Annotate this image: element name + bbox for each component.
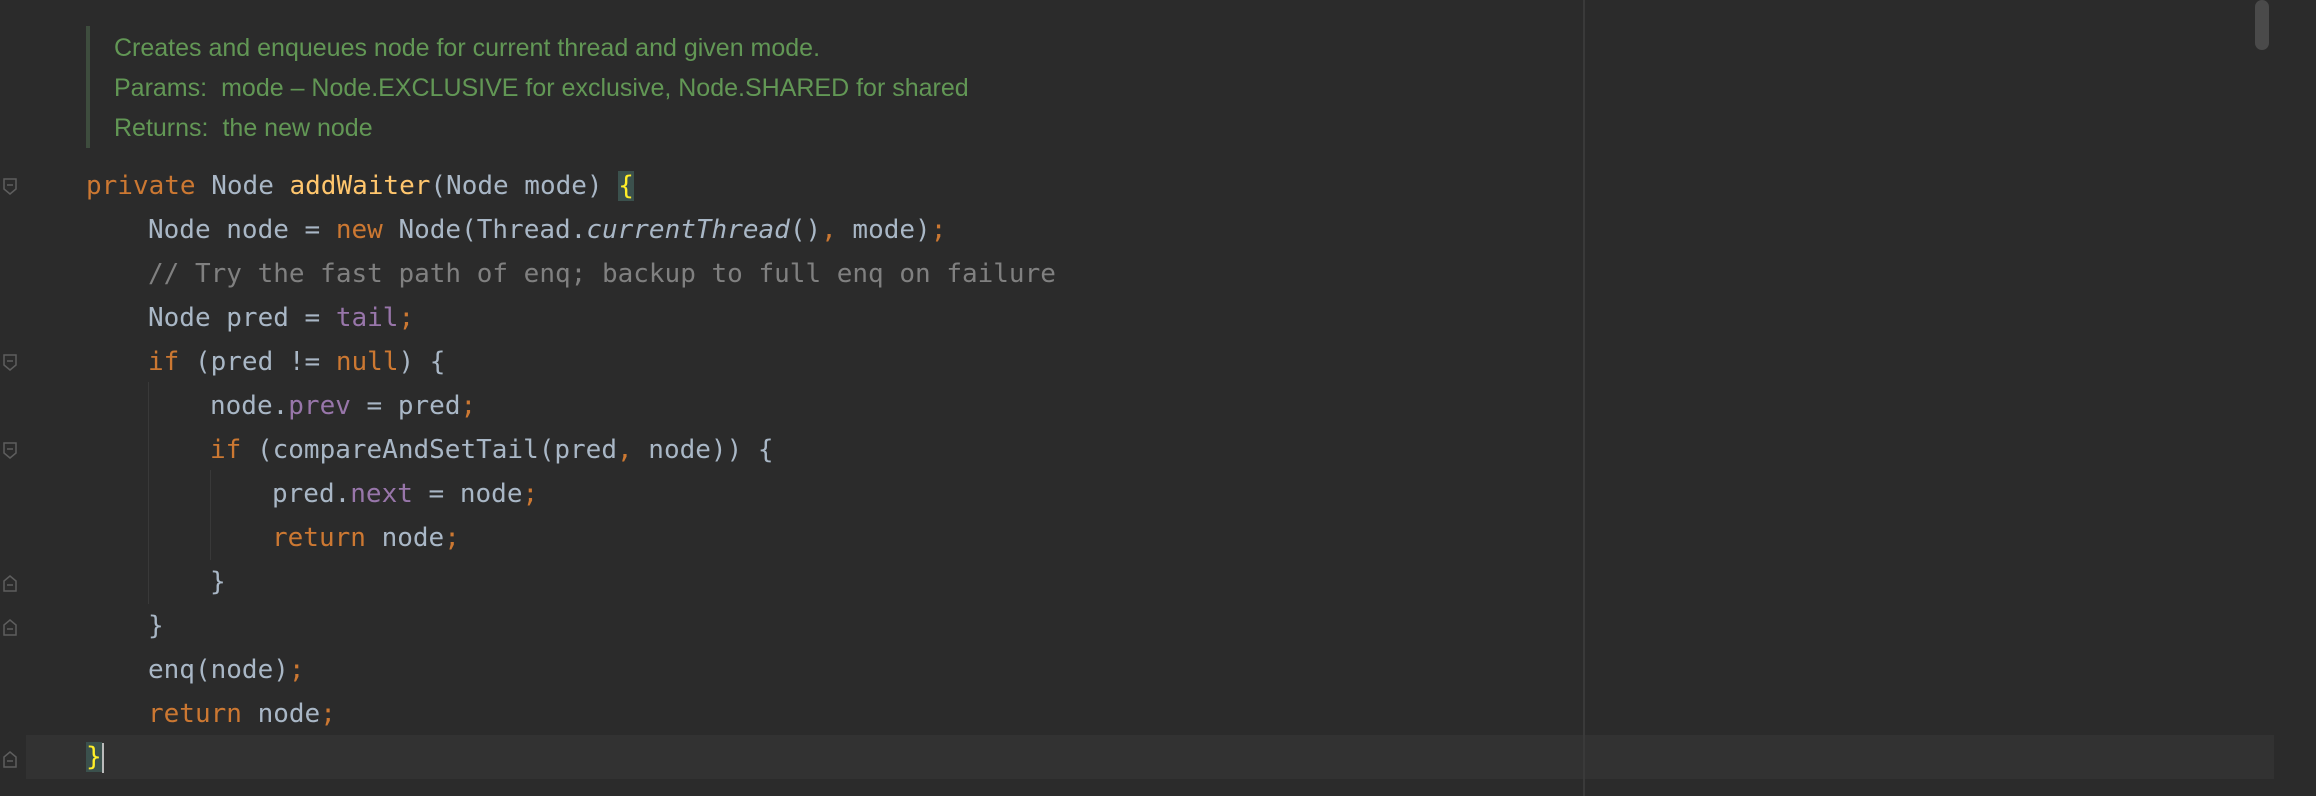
code-text: = pred [350,391,461,421]
comma: , [617,435,633,465]
semicolon: ; [320,699,336,729]
keyword: return [272,523,366,553]
keyword: new [335,215,383,245]
code-text: Node(Thread. [382,215,587,245]
current-line-highlight [26,735,2274,779]
code-line-9[interactable]: return node; [272,516,460,560]
fold-open-icon[interactable] [2,442,18,460]
code-line-1[interactable]: private Node addWaiter(Node mode) { [86,164,634,208]
semicolon: ; [288,655,305,685]
code-text: pred. [272,479,351,509]
code-line-11[interactable]: } [148,604,164,648]
gutter [0,0,26,796]
doc-returns-tag: Returns: [114,114,209,142]
code-line-2[interactable]: Node node = new Node(Thread.currentThrea… [148,208,946,252]
code-text: } [210,567,226,597]
code-text: () [789,215,822,245]
code-text: enq(node) [148,655,289,685]
code-line-13[interactable]: return node; [148,692,336,736]
code-line-6[interactable]: node.prev = pred; [210,384,476,428]
code-line-7[interactable]: if (compareAndSetTail(pred, node)) { [210,428,774,472]
matched-brace-open: { [618,171,634,201]
method-name: addWaiter [289,171,431,201]
code-text: node)) { [632,435,774,465]
fold-open-icon[interactable] [2,178,18,196]
code-text: Node [195,171,290,201]
code-text: (Node mode) [430,171,619,201]
code-line-14[interactable]: } [86,735,104,779]
static-method-call: currentThread [586,215,790,245]
doc-params-text: mode – Node.EXCLUSIVE for exclusive, Nod… [221,74,969,102]
fold-close-icon[interactable] [2,574,18,592]
code-text: Node pred = [148,303,336,333]
code-text: mode) [836,215,931,245]
keyword: return [148,699,242,729]
code-line-12[interactable]: enq(node); [148,648,305,692]
code-text: node [241,699,321,729]
indent-guide [210,470,211,560]
code-editor[interactable]: Creates and enqueues node for current th… [0,0,2316,796]
doc-returns-text: the new node [222,114,373,142]
matched-brace-close: } [86,742,102,772]
field-reference: prev [288,391,351,421]
code-text: (compareAndSetTail(pred [241,435,617,465]
indent-guide [148,382,149,604]
doc-summary: Creates and enqueues node for current th… [114,34,821,62]
right-margin-guide [1583,0,1585,796]
code-text: node [365,523,445,553]
doc-returns: Returns: the new node [114,113,373,143]
vertical-scrollbar-thumb[interactable] [2255,0,2269,50]
code-line-3[interactable]: // Try the fast path of enq; backup to f… [148,252,1056,296]
keyword: if [210,435,242,465]
doc-params: Params: mode – Node.EXCLUSIVE for exclusi… [114,73,969,103]
comma: , [821,215,837,245]
fold-close-icon[interactable] [2,618,18,636]
semicolon: ; [460,391,477,421]
code-text: ) { [398,347,446,377]
code-line-10[interactable]: } [210,560,226,604]
fold-close-icon[interactable] [2,750,18,768]
semicolon: ; [398,303,415,333]
fold-open-icon[interactable] [2,354,18,372]
keyword: private [86,171,196,201]
semicolon: ; [522,479,539,509]
field-reference: tail [335,303,399,333]
code-line-5[interactable]: if (pred != null) { [148,340,445,384]
text-caret [101,742,104,773]
doc-comment[interactable]: Creates and enqueues node for current th… [86,26,1386,148]
code-line-4[interactable]: Node pred = tail; [148,296,414,340]
keyword: if [148,347,180,377]
code-line-8[interactable]: pred.next = node; [272,472,538,516]
semicolon: ; [930,215,947,245]
doc-params-tag: Params: [114,74,208,102]
field-reference: next [350,479,413,509]
line-comment: // Try the fast path of enq; backup to f… [148,259,1056,289]
semicolon: ; [444,523,460,553]
code-text: node. [210,391,289,421]
code-text: } [148,611,164,641]
code-text: Node node = [148,215,336,245]
code-text: (pred != [179,347,336,377]
keyword: null [335,347,399,377]
code-text: = node [412,479,523,509]
